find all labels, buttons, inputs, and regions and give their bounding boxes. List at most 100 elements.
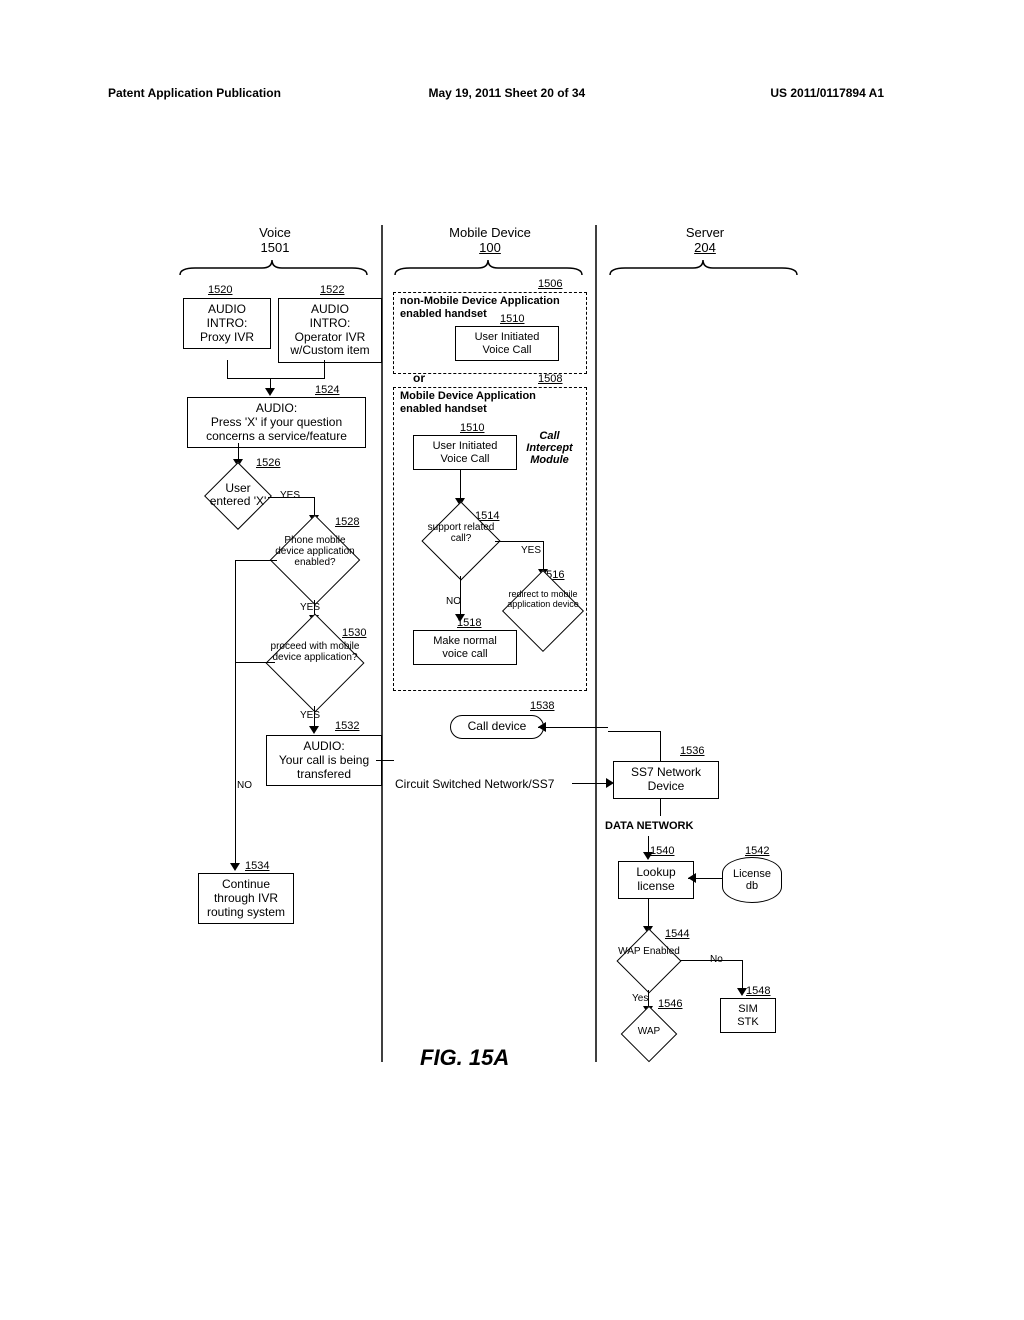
ref-1526: 1526	[256, 457, 280, 469]
line-no-path	[235, 560, 236, 865]
diamond-1546-text: WAP	[624, 1026, 674, 1037]
edge-1514-no: NO	[446, 596, 461, 607]
box-1532-text: AUDIO: Your call is being transfered	[279, 739, 369, 781]
edge-1514-yes: YES	[521, 545, 541, 556]
edge-1544-yes: Yes	[632, 993, 648, 1004]
edge-1528-yes: YES	[300, 602, 320, 613]
ref-1508: 1508	[538, 373, 562, 385]
edge-1530-yes: YES	[300, 710, 320, 721]
line-1514-yes	[495, 541, 543, 542]
ref-1548: 1548	[746, 985, 770, 997]
line-1536-left	[608, 731, 660, 732]
diamond-1544-text: WAP Enabled	[615, 946, 683, 957]
arrow-1520-right	[227, 378, 271, 379]
ref-1540: 1540	[650, 845, 674, 857]
lane-server-heading: Server 204	[645, 225, 765, 255]
box-1538-text: Call device	[468, 719, 527, 733]
header-center: May 19, 2011 Sheet 20 of 34	[338, 86, 676, 100]
box-1518: Make normal voice call	[413, 630, 517, 665]
line-1536-up	[660, 731, 661, 761]
box-1538: Call device	[450, 715, 544, 739]
edge-1526-yes: YES	[280, 490, 300, 501]
edge-1528-no: NO	[237, 780, 252, 791]
ref-1520: 1520	[208, 284, 232, 296]
box-1540: Lookup license	[618, 861, 694, 899]
diamond-1530-text: proceed with mobile device application?	[260, 641, 370, 663]
box-1548: SIM STK	[720, 998, 776, 1033]
box-1532: AUDIO: Your call is being transfered	[266, 735, 382, 786]
box-1510b-text: User Initiated Voice Call	[433, 440, 498, 465]
ss7-label: Circuit Switched Network/SS7	[395, 777, 554, 791]
db-1542: License db	[722, 857, 782, 903]
diamond-1526-text: User entered 'X'	[205, 482, 271, 508]
group-1506-title: non-Mobile Device Application enabled ha…	[400, 295, 560, 320]
ref-1528: 1528	[335, 516, 359, 528]
lane-mobile-label: Mobile Device	[430, 225, 550, 240]
ref-1542: 1542	[745, 845, 769, 857]
lane-voice-num: 1501	[215, 240, 335, 255]
line-1514-yes-down	[543, 541, 544, 571]
diamond-1528-text: Phone mobile device application enabled?	[270, 535, 360, 568]
ref-1546: 1546	[658, 998, 682, 1010]
ref-1506: 1506	[538, 278, 562, 290]
lane-voice-heading: Voice 1501	[215, 225, 335, 255]
box-1536-text: SS7 Network Device	[631, 765, 701, 793]
ref-1544: 1544	[665, 928, 689, 940]
page-header: Patent Application Publication May 19, 2…	[0, 86, 1024, 100]
box-1520: AUDIO INTRO: Proxy IVR	[183, 298, 271, 349]
arrow-1520-down	[227, 360, 228, 378]
ref-1510b: 1510	[460, 422, 484, 434]
db-1542-text: License db	[733, 868, 771, 892]
lane-server-num: 204	[645, 240, 765, 255]
line-1532-ss7	[376, 760, 394, 761]
diamond-1514-text: support related call?	[424, 522, 498, 544]
ref-1532: 1532	[335, 720, 359, 732]
lane-mobile-num: 100	[430, 240, 550, 255]
line-1544-no	[680, 960, 742, 961]
box-1520-text: AUDIO INTRO: Proxy IVR	[200, 302, 254, 344]
line-ss7-1536	[572, 783, 608, 784]
line-1514-no	[460, 576, 461, 616]
line-1530-yes-down	[314, 706, 315, 728]
ref-1522: 1522	[320, 284, 344, 296]
lane-voice-label: Voice	[215, 225, 335, 240]
intercept-label: Call Intercept Module	[522, 430, 577, 466]
box-1524-text: AUDIO: Press 'X' if your question concer…	[206, 401, 347, 443]
ref-1530: 1530	[342, 627, 366, 639]
ref-1538: 1538	[530, 700, 554, 712]
arrow-1522-left	[271, 378, 325, 379]
box-1524: AUDIO: Press 'X' if your question concer…	[187, 397, 366, 448]
box-1548-text: SIM STK	[737, 1003, 758, 1028]
box-1536: SS7 Network Device	[613, 761, 719, 799]
ref-1536: 1536	[680, 745, 704, 757]
line-1530-no	[235, 662, 275, 663]
line-1528-no	[235, 560, 277, 561]
line-1544-no-down	[742, 960, 743, 990]
box-1510a-text: User Initiated Voice Call	[475, 331, 540, 356]
line-1510b-1514	[460, 470, 461, 500]
ref-1510a: 1510	[500, 313, 524, 325]
box-1510b: User Initiated Voice Call	[413, 435, 517, 470]
line-1540-1544	[648, 898, 649, 928]
group-1508-title: Mobile Device Application enabled handse…	[400, 390, 536, 415]
box-1522-text: AUDIO INTRO: Operator IVR w/Custom item	[290, 302, 369, 357]
line-1536-down	[660, 798, 661, 816]
lane-server-label: Server	[645, 225, 765, 240]
box-1534-text: Continue through IVR routing system	[207, 877, 285, 919]
ref-1534: 1534	[245, 860, 269, 872]
box-1522: AUDIO INTRO: Operator IVR w/Custom item	[278, 298, 382, 363]
data-network-label: DATA NETWORK	[605, 820, 693, 832]
arrow-1522-down	[324, 360, 325, 378]
ref-1518: 1518	[457, 617, 481, 629]
diamond-1516-text: redirect to mobile application device	[504, 590, 582, 610]
figure-label: FIG. 15A	[420, 1045, 509, 1071]
or-label: or	[413, 371, 425, 385]
box-1534: Continue through IVR routing system	[198, 873, 294, 924]
lane-mobile-heading: Mobile Device 100	[430, 225, 550, 255]
line-1536-1538	[538, 727, 608, 728]
header-left: Patent Application Publication	[108, 86, 281, 100]
box-1540-text: Lookup license	[636, 865, 675, 893]
ref-1524: 1524	[315, 384, 339, 396]
line-1526-right	[268, 497, 314, 498]
box-1518-text: Make normal voice call	[433, 635, 497, 660]
